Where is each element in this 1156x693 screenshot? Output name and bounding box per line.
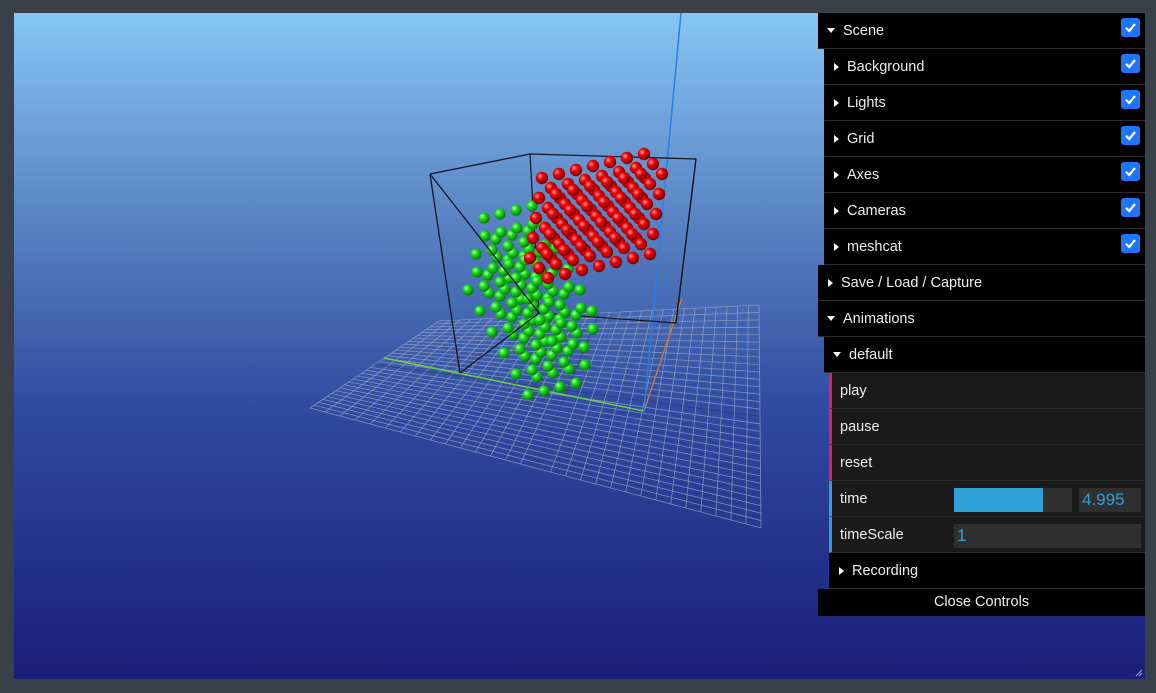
folder-save-load-capture-label: Save / Load / Capture <box>841 274 983 291</box>
pause-button[interactable]: pause <box>829 409 1145 445</box>
cameras-visible-checkbox[interactable] <box>1121 198 1140 217</box>
grid-visible-checkbox[interactable] <box>1121 126 1140 145</box>
folder-scene-label: Scene <box>843 22 885 39</box>
time-label: time <box>840 490 868 507</box>
controls-panel: Scene Background Lights Grid Axes Camera… <box>818 13 1145 616</box>
caret-right-icon <box>828 278 833 287</box>
timescale-control: timeScale 1 <box>829 517 1145 553</box>
folder-scene[interactable]: Scene <box>818 13 1145 49</box>
play-button[interactable]: play <box>829 373 1145 409</box>
viewer-frame: Scene Background Lights Grid Axes Camera… <box>14 13 1145 679</box>
timescale-input[interactable]: 1 <box>954 524 1141 548</box>
folder-animations-label: Animations <box>843 310 915 327</box>
caret-down-icon <box>833 352 841 357</box>
resize-grip-icon[interactable] <box>1135 669 1143 677</box>
folder-default[interactable]: default <box>824 337 1145 373</box>
caret-down-icon <box>827 28 835 33</box>
checkmark-icon <box>1125 23 1136 33</box>
folder-animations[interactable]: Animations <box>818 301 1145 337</box>
particle-spheres <box>462 147 669 401</box>
folder-recording-label: Recording <box>852 562 919 579</box>
reset-label: reset <box>840 454 873 471</box>
meshcat-visible-checkbox[interactable] <box>1121 234 1140 253</box>
caret-right-icon <box>834 242 839 251</box>
checkmark-icon <box>1125 239 1136 249</box>
checkmark-icon <box>1125 95 1136 105</box>
folder-background[interactable]: Background <box>824 49 1145 85</box>
caret-right-icon <box>834 170 839 179</box>
folder-cameras[interactable]: Cameras <box>824 193 1145 229</box>
checkmark-icon <box>1125 167 1136 177</box>
time-input[interactable]: 4.995 <box>1079 488 1141 512</box>
caret-right-icon <box>839 566 844 575</box>
caret-down-icon <box>827 316 835 321</box>
pause-label: pause <box>840 418 880 435</box>
caret-right-icon <box>834 206 839 215</box>
folder-recording[interactable]: Recording <box>829 553 1145 589</box>
folder-meshcat-label: meshcat <box>847 238 902 255</box>
caret-right-icon <box>834 62 839 71</box>
folder-default-label: default <box>849 346 893 363</box>
ground-grid <box>309 304 762 529</box>
folder-cameras-label: Cameras <box>847 202 906 219</box>
folder-axes-label: Axes <box>847 166 880 183</box>
background-visible-checkbox[interactable] <box>1121 54 1140 73</box>
caret-right-icon <box>834 98 839 107</box>
axes-visible-checkbox[interactable] <box>1121 162 1140 181</box>
checkmark-icon <box>1125 131 1136 141</box>
time-slider-fill <box>954 488 1043 512</box>
lights-visible-checkbox[interactable] <box>1121 90 1140 109</box>
folder-background-label: Background <box>847 58 925 75</box>
scene-visible-checkbox[interactable] <box>1121 18 1140 37</box>
z-axis-line <box>643 13 682 412</box>
time-control: time 4.995 <box>829 481 1145 517</box>
folder-grid-label: Grid <box>847 130 875 147</box>
checkmark-icon <box>1125 203 1136 213</box>
timescale-label: timeScale <box>840 526 904 543</box>
folder-lights[interactable]: Lights <box>824 85 1145 121</box>
time-slider[interactable] <box>954 488 1072 512</box>
reset-button[interactable]: reset <box>829 445 1145 481</box>
folder-save-load-capture[interactable]: Save / Load / Capture <box>818 265 1145 301</box>
play-label: play <box>840 382 867 399</box>
checkmark-icon <box>1125 59 1136 69</box>
close-controls-button[interactable]: Close Controls <box>818 589 1145 616</box>
folder-meshcat[interactable]: meshcat <box>824 229 1145 265</box>
folder-grid[interactable]: Grid <box>824 121 1145 157</box>
folder-lights-label: Lights <box>847 94 886 111</box>
caret-right-icon <box>834 134 839 143</box>
folder-axes[interactable]: Axes <box>824 157 1145 193</box>
